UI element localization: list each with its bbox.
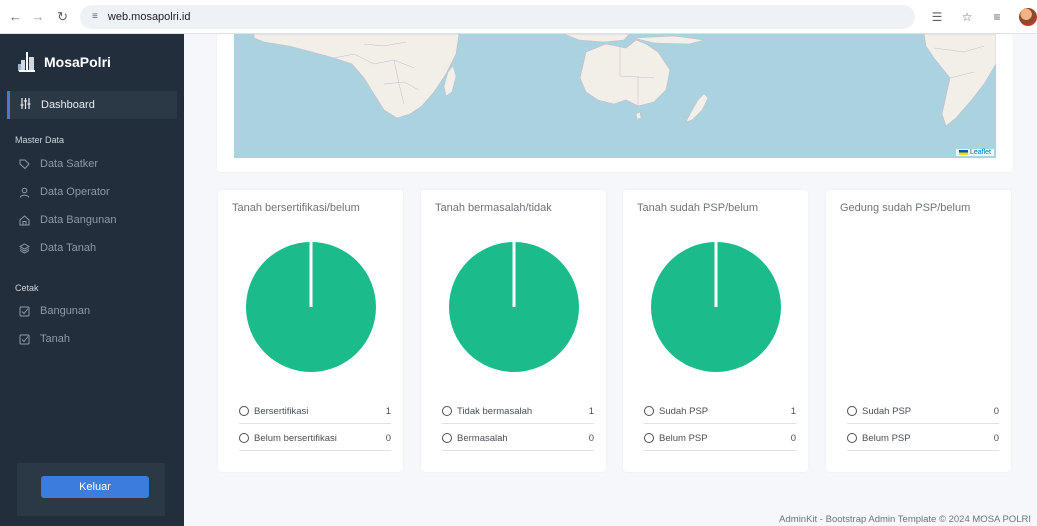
legend-value: 1 (790, 405, 796, 417)
logout-container: Keluar (17, 463, 165, 516)
map-card: Leaflet (217, 34, 1013, 172)
card-tanah-sertifikasi: Tanah bersertifikasi/belum Bersertifikas… (218, 190, 403, 472)
check-square-icon (18, 333, 30, 345)
legend-value: 1 (588, 405, 594, 417)
australia-landmass (579, 39, 671, 107)
indonesia-landmass (563, 34, 630, 43)
sidebar-item-dashboard[interactable]: Dashboard (7, 91, 177, 119)
address-bar[interactable]: ≡ web.mosapolri.id (79, 4, 915, 29)
layers-icon (18, 242, 30, 254)
africa-landmass (253, 34, 460, 119)
legend-value: 0 (385, 432, 391, 444)
legend-row: Sudah PSP 0 (847, 399, 999, 424)
card-title: Gedung sudah PSP/belum (840, 202, 971, 214)
sidebar-item-label: Data Bangunan (40, 214, 117, 226)
sidebar-item-bangunan[interactable]: Bangunan (18, 305, 90, 317)
pie-chart[interactable] (651, 242, 781, 372)
sidebar-item-label: Data Operator (40, 186, 110, 198)
card-title: Tanah sudah PSP/belum (637, 202, 759, 214)
sidebar-item-label: Bangunan (40, 305, 91, 317)
brand-name: MosaPolri (44, 54, 111, 70)
leaflet-attribution[interactable]: Leaflet (955, 149, 994, 156)
legend-circle-icon (847, 406, 857, 416)
check-square-icon (18, 305, 30, 317)
legend-value: 0 (790, 432, 796, 444)
new-zealand-landmass (685, 93, 709, 123)
card-gedung-psp: Gedung sudah PSP/belum Sudah PSP 0 Belum… (826, 190, 1011, 472)
card-title: Tanah bermasalah/tidak (435, 202, 552, 214)
legend-circle-icon (644, 406, 654, 416)
legend-circle-icon (239, 406, 249, 416)
sidebar-item-data-operator[interactable]: Data Operator (18, 186, 110, 198)
legend-label: Bersertifikasi (254, 405, 309, 417)
south-america-landmass (923, 34, 996, 127)
legend-circle-icon (442, 406, 452, 416)
sidebar-item-label: Data Satker (40, 158, 99, 170)
legend-row: Belum PSP 0 (644, 426, 796, 451)
leaflet-attribution-text: Leaflet (969, 149, 991, 156)
pie-chart[interactable] (246, 242, 376, 372)
card-tanah-bermasalah: Tanah bermasalah/tidak Tidak bermasalah … (421, 190, 606, 472)
legend-label: Belum PSP (659, 432, 708, 444)
legend-row: Belum PSP 0 (847, 426, 999, 451)
card-title: Tanah bersertifikasi/belum (232, 202, 360, 214)
sidebar: MosaPolri Dashboard Master Data Data Sat… (0, 34, 184, 526)
tag-icon (18, 158, 30, 170)
sliders-icon (20, 98, 31, 112)
reading-list-icon[interactable]: ≡ (989, 9, 1005, 25)
forward-arrow-icon[interactable]: → (29, 7, 48, 27)
reload-icon[interactable]: ↻ (53, 7, 72, 27)
user-icon (18, 186, 30, 198)
legend-value: 0 (993, 432, 999, 444)
legend-row: Sudah PSP 1 (644, 399, 796, 424)
new-guinea-landmass (633, 35, 705, 45)
legend-row: Belum bersertifikasi 0 (239, 426, 391, 451)
brand-logo-icon (18, 52, 35, 72)
profile-avatar-icon[interactable] (1018, 7, 1037, 26)
home-icon (18, 214, 30, 226)
legend-circle-icon (442, 433, 452, 443)
sidebar-item-data-tanah[interactable]: Data Tanah (18, 242, 96, 254)
legend-value: 0 (588, 432, 594, 444)
pie-chart[interactable] (449, 242, 579, 372)
legend-row: Tidak bermasalah 1 (442, 399, 594, 424)
world-map[interactable]: Leaflet (234, 34, 996, 158)
sidebar-item-data-bangunan[interactable]: Data Bangunan (18, 214, 116, 226)
legend-circle-icon (847, 433, 857, 443)
legend-value: 0 (993, 405, 999, 417)
translate-icon[interactable]: ☰ (929, 9, 945, 25)
legend-label: Tidak bermasalah (457, 405, 533, 417)
brand[interactable]: MosaPolri (17, 51, 111, 73)
sidebar-item-data-satker[interactable]: Data Satker (18, 158, 98, 170)
url-text: web.mosapolri.id (107, 10, 191, 23)
card-tanah-psp: Tanah sudah PSP/belum Sudah PSP 1 Belum … (623, 190, 808, 472)
section-heading-master-data: Master Data (15, 135, 65, 145)
footer-text: AdminKit - Bootstrap Admin Template © 20… (779, 514, 1031, 525)
map-tiles (253, 34, 996, 127)
legend-label: Sudah PSP (659, 405, 709, 417)
legend-row: Bermasalah 0 (442, 426, 594, 451)
browser-toolbar: ← → ↻ ≡ web.mosapolri.id ☰ ☆ ≡ (0, 0, 1037, 34)
legend-circle-icon (239, 433, 249, 443)
bookmark-star-icon[interactable]: ☆ (959, 9, 975, 25)
legend-label: Sudah PSP (862, 405, 912, 417)
legend-circle-icon (644, 433, 654, 443)
logout-button[interactable]: Keluar (41, 476, 149, 498)
tasmania-landmass (635, 111, 642, 120)
legend-value: 1 (385, 405, 391, 417)
sidebar-item-label: Data Tanah (40, 242, 97, 254)
sidebar-item-label: Dashboard (41, 99, 95, 111)
legend-label: Belum PSP (862, 432, 911, 444)
sidebar-item-label: Tanah (40, 333, 70, 345)
legend-label: Belum bersertifikasi (254, 432, 337, 444)
site-info-icon[interactable]: ≡ (88, 10, 102, 24)
legend-row: Bersertifikasi 1 (239, 399, 391, 424)
back-arrow-icon[interactable]: ← (6, 7, 25, 27)
legend-label: Bermasalah (457, 432, 508, 444)
section-heading-cetak: Cetak (15, 283, 39, 293)
pie-chart[interactable] (854, 242, 984, 372)
ukraine-flag-icon (958, 150, 968, 155)
sidebar-item-tanah[interactable]: Tanah (18, 333, 70, 345)
